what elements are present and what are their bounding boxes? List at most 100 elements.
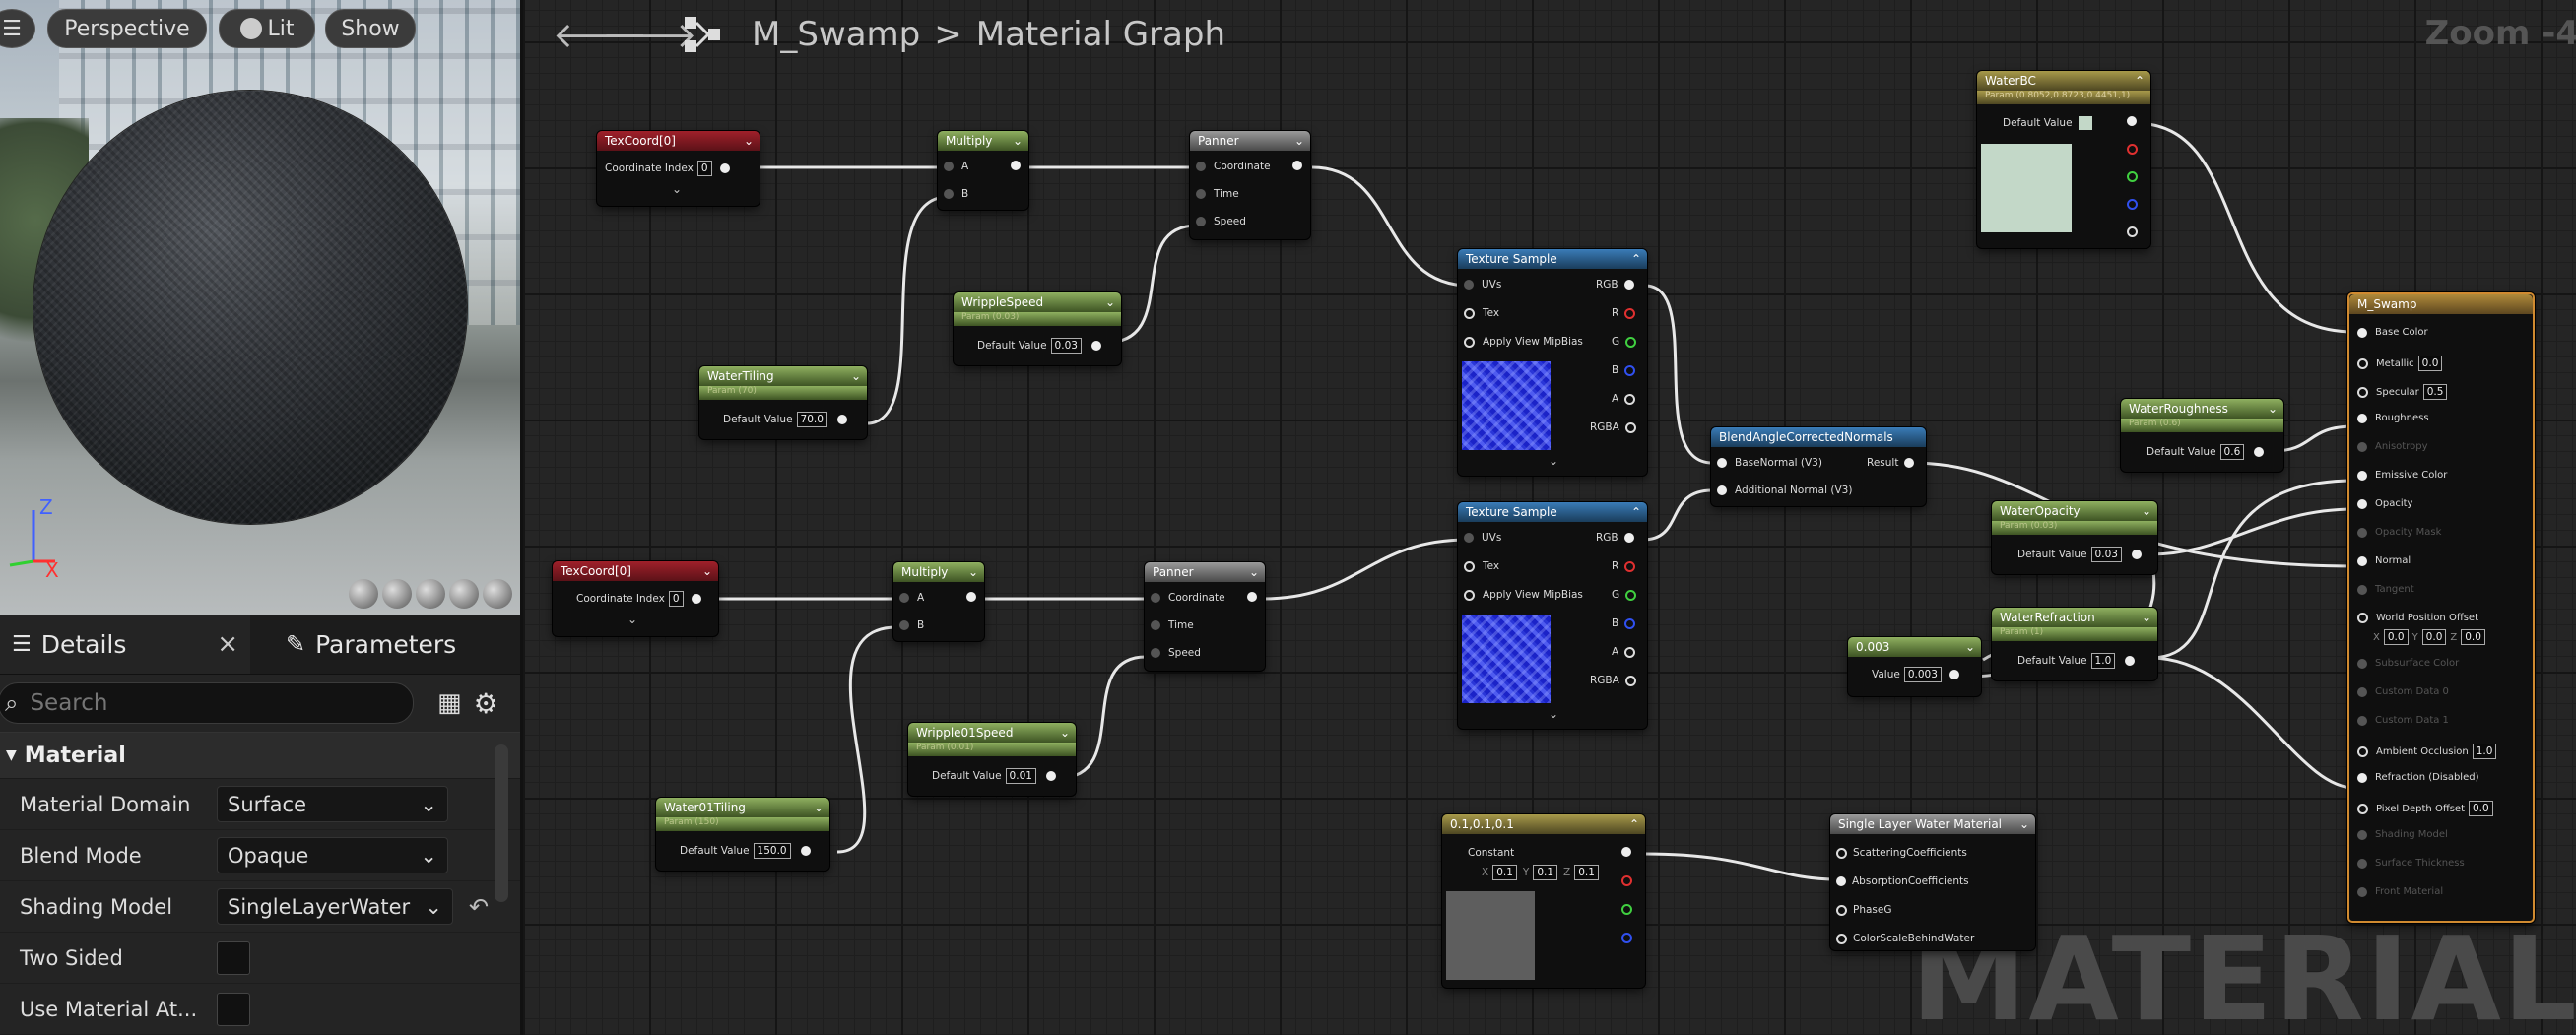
expand-chevron-icon[interactable]: ⌄ <box>627 613 637 626</box>
material-preview-viewport[interactable]: ☰ Perspective Lit Show Z X <box>0 0 520 615</box>
blend-mode-dropdown[interactable]: Opaque ⌄ <box>217 837 448 873</box>
coordinate-index-input[interactable]: 0 <box>696 161 712 176</box>
chevron-up-icon[interactable]: ⌃ <box>1629 814 1639 834</box>
wpo-z-input[interactable]: 0.0 <box>2461 629 2485 645</box>
node-m-swamp-result[interactable]: M_Swamp Base Color Metallic 0.0 Specular 0… <box>2347 292 2535 923</box>
preview-cube-icon[interactable] <box>449 579 479 609</box>
node-blend-angle-corrected-normals[interactable]: BlendAngleCorrectedNormals BaseNormal (V… <box>1711 427 1926 506</box>
preview-mesh-icon[interactable] <box>483 579 512 609</box>
breadcrumb-page[interactable]: Material Graph <box>976 15 1225 54</box>
z-input[interactable]: 0.1 <box>1574 865 1599 880</box>
node-water01-tiling[interactable]: Water01Tiling ⌄ Param (150) Default Value… <box>656 798 829 871</box>
pin-pixel-depth-offset[interactable]: Pixel Depth Offset 0.0 <box>2357 801 2493 816</box>
wpo-y-input[interactable]: 0.0 <box>2421 629 2447 645</box>
default-value-input[interactable]: 0.01 <box>1005 768 1036 784</box>
y-input[interactable]: 0.1 <box>1533 865 1558 880</box>
perspective-button[interactable]: Perspective <box>47 9 207 48</box>
output-pin[interactable] <box>1247 592 1257 602</box>
default-value-input[interactable]: 150.0 <box>753 843 791 859</box>
pin-metallic[interactable]: Metallic 0.0 <box>2357 356 2443 371</box>
chevron-down-icon[interactable]: ⌄ <box>2142 608 2151 627</box>
material-domain-dropdown[interactable]: Surface ⌄ <box>217 786 448 822</box>
preview-plane-icon[interactable] <box>416 579 445 609</box>
x-input[interactable]: 0.1 <box>1492 865 1517 880</box>
chevron-down-icon[interactable]: ⌄ <box>1294 131 1304 151</box>
search-box[interactable]: ⌕ <box>0 682 414 724</box>
default-value-input[interactable]: 0.03 <box>1050 338 1082 354</box>
default-value-input[interactable]: 0.03 <box>2090 547 2122 562</box>
output-pin[interactable] <box>719 163 730 173</box>
chevron-down-icon[interactable]: ⌄ <box>1013 131 1023 151</box>
value-input[interactable]: 0.003 <box>1903 667 1942 682</box>
chevron-down-icon[interactable]: ⌄ <box>1249 562 1259 582</box>
output-pin[interactable] <box>2125 656 2136 666</box>
preview-sphere-icon[interactable] <box>382 579 412 609</box>
node-water-tiling[interactable]: WaterTiling ⌄ Param (70) Default Value 70.… <box>699 366 867 439</box>
settings-gear-icon[interactable]: ⚙ <box>474 687 498 720</box>
output-pin[interactable] <box>1090 341 1101 351</box>
two-sided-checkbox[interactable] <box>217 940 250 975</box>
chevron-up-icon[interactable]: ⌃ <box>2135 71 2145 91</box>
out-r[interactable] <box>1621 875 1632 886</box>
section-material-header[interactable]: ▼ Material <box>0 732 520 779</box>
node-multiply-1[interactable]: Multiply ⌄ A B <box>938 131 1028 210</box>
coordinate-index-input[interactable]: 0 <box>668 591 684 607</box>
out-rgb[interactable] <box>2127 116 2137 126</box>
out-r[interactable]: R <box>1612 307 1636 319</box>
forward-arrow-icon[interactable]: 🡒 <box>602 13 697 56</box>
reset-arrow-icon[interactable]: ↶ <box>469 893 489 921</box>
output-pin[interactable] <box>1949 670 1959 679</box>
node-panner-1[interactable]: Panner ⌄ Coordinate Time Speed <box>1190 131 1310 239</box>
output-pin[interactable] <box>966 592 976 602</box>
chevron-up-icon[interactable]: ⌃ <box>1631 502 1641 522</box>
viewport-menu-button[interactable]: ☰ <box>0 9 35 48</box>
output-pin[interactable] <box>800 846 811 856</box>
node-water-refraction[interactable]: WaterRefraction ⌄ Param (1) Default Value… <box>1992 608 2157 680</box>
pin-roughness[interactable]: Roughness <box>2357 413 2429 423</box>
out-g[interactable] <box>2127 171 2138 182</box>
pin-refraction[interactable]: Refraction (Disabled) <box>2357 772 2479 783</box>
out-b[interactable] <box>1621 933 1632 943</box>
show-button[interactable]: Show <box>325 9 416 48</box>
use-material-attributes-checkbox[interactable] <box>217 992 250 1026</box>
close-icon[interactable]: × <box>217 629 238 659</box>
node-texcoord-2[interactable]: TexCoord[0] ⌄ Coordinate Index 0 ⌄ <box>553 561 718 636</box>
default-value-input[interactable]: 0.6 <box>2219 444 2245 460</box>
node-texture-sample-2[interactable]: Texture Sample ⌃ UVs Tex Apply View MipBi… <box>1458 502 1647 729</box>
out-g[interactable]: G <box>1612 589 1637 601</box>
chevron-down-icon[interactable]: ⌄ <box>2268 399 2278 419</box>
pin-world-position-offset[interactable]: World Position Offset <box>2357 613 2478 623</box>
out-r[interactable]: R <box>1612 560 1636 572</box>
node-wripple-speed[interactable]: WrippleSpeed ⌄ Param (0.03) Default Value… <box>954 292 1121 365</box>
breadcrumb-asset[interactable]: M_Swamp <box>752 15 920 54</box>
node-texture-sample-1[interactable]: Texture Sample ⌃ UVs Tex Apply View MipBi… <box>1458 249 1647 476</box>
node-multiply-2[interactable]: Multiply ⌄ A B <box>893 562 984 641</box>
chevron-down-icon[interactable]: ⌄ <box>968 562 978 582</box>
chevron-down-icon[interactable]: ⌄ <box>744 131 754 151</box>
output-pin[interactable] <box>2131 550 2142 559</box>
chevron-down-icon[interactable]: ⌄ <box>814 798 824 817</box>
out-rgb[interactable]: RGB <box>1596 279 1634 291</box>
chevron-down-icon[interactable]: ⌄ <box>1105 292 1115 312</box>
expand-chevron-icon[interactable]: ⌄ <box>672 182 682 196</box>
output-pin[interactable] <box>1011 161 1021 170</box>
node-water-opacity[interactable]: WaterOpacity ⌄ Param (0.03) Default Value… <box>1992 501 2157 574</box>
output-pin[interactable] <box>1292 161 1302 170</box>
chevron-down-icon[interactable]: ⌄ <box>1965 637 1975 657</box>
chevron-down-icon[interactable]: ⌄ <box>2019 814 2029 834</box>
out-a[interactable] <box>2127 226 2138 237</box>
out-rgba[interactable]: RGBA <box>1590 675 1636 686</box>
details-scrollbar[interactable] <box>495 744 508 902</box>
node-wripple01-speed[interactable]: Wripple01Speed ⌄ Param (0.01) Default Val… <box>908 723 1076 796</box>
out-g[interactable] <box>1621 904 1632 915</box>
lit-button[interactable]: Lit <box>219 9 315 48</box>
chevron-down-icon[interactable]: ⌄ <box>702 561 712 581</box>
pin-opacity[interactable]: Opacity <box>2357 498 2412 509</box>
out-a[interactable]: A <box>1612 646 1636 658</box>
default-value-input[interactable]: 70.0 <box>796 412 827 427</box>
output-pin[interactable] <box>691 594 701 604</box>
chevron-up-icon[interactable]: ⌃ <box>1631 249 1641 269</box>
node-water-roughness[interactable]: WaterRoughness ⌄ Param (0.6) Default Valu… <box>2121 399 2283 472</box>
node-water-bc[interactable]: WaterBC ⌃ Param (0.8052,0.8723,0.4451,1) … <box>1977 71 2150 248</box>
node-constant-0003[interactable]: 0.003 ⌄ Value 0.003 <box>1848 637 1981 696</box>
